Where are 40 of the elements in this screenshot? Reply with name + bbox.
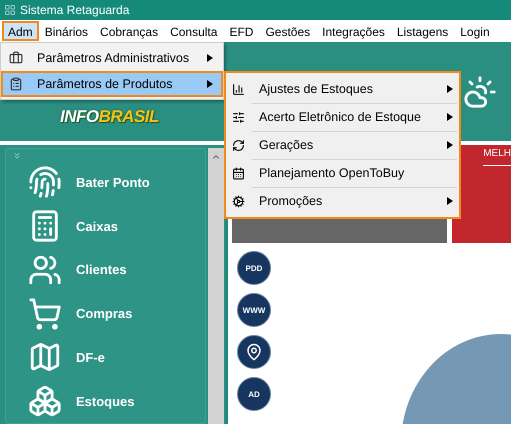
- menu-option[interactable]: Ajustes de Estoques: [226, 75, 459, 103]
- menu-item[interactable]: EFD: [223, 21, 260, 41]
- location-shortcut-button[interactable]: [237, 335, 271, 369]
- shortcut-button[interactable]: PDD: [237, 251, 271, 285]
- menu-item[interactable]: Cobranças: [94, 21, 164, 41]
- sliders-icon: [232, 110, 245, 124]
- sidebar-item[interactable]: Compras: [12, 292, 205, 336]
- window-title: Sistema Retaguarda: [20, 3, 130, 17]
- menu-item[interactable]: Listagens: [390, 21, 454, 41]
- shortcut-button[interactable]: WWW: [237, 293, 271, 327]
- sidebar-item[interactable]: Clientes: [12, 248, 205, 292]
- menu-item[interactable]: Login: [454, 21, 496, 41]
- menu-item[interactable]: Binários: [38, 21, 94, 41]
- sidebar-item[interactable]: Caixas: [12, 204, 205, 248]
- clipboard-icon: [9, 77, 23, 91]
- logo-text: INFO: [60, 107, 99, 127]
- menu-item[interactable]: Integrações: [316, 21, 391, 41]
- location-pin-icon: [245, 343, 263, 361]
- menu-item[interactable]: Gestões: [259, 21, 316, 41]
- sidebar-item[interactable]: Bater Ponto: [12, 160, 205, 204]
- logo-text: BRASIL: [98, 107, 159, 127]
- sidebar-item[interactable]: Estoques: [12, 379, 205, 424]
- fingerprint-icon: [28, 165, 62, 200]
- cart-icon: [28, 296, 62, 331]
- menu-option[interactable]: Parâmetros Administrativos: [1, 45, 223, 71]
- boxes-icon: [28, 384, 62, 418]
- scrollbar[interactable]: [208, 148, 224, 424]
- sun-cloud-icon: [463, 75, 497, 109]
- sidebar-item[interactable]: DF-e: [12, 336, 205, 380]
- bar-chart-icon: [232, 82, 245, 96]
- calendar-icon: [232, 166, 245, 180]
- refresh-icon: [232, 138, 245, 152]
- menu-option[interactable]: Acerto Eletrônico de Estoque: [226, 103, 459, 131]
- shortcut-button[interactable]: AD: [237, 377, 271, 411]
- briefcase-icon: [9, 51, 23, 65]
- menu-item[interactable]: Adm: [2, 21, 39, 41]
- gear-icon: [232, 194, 245, 208]
- menu-option[interactable]: Parâmetros de Produtos: [1, 71, 223, 97]
- app-icon: [4, 4, 16, 16]
- menu-item[interactable]: Consulta: [164, 21, 224, 41]
